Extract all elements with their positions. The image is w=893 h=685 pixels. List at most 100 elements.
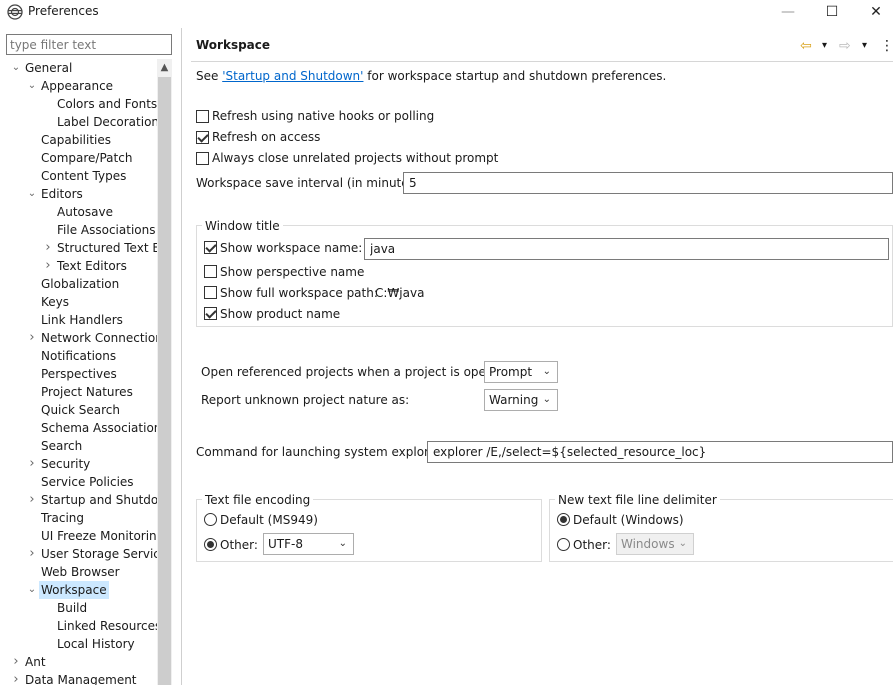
collapsed-chevron-icon[interactable]: ›: [26, 455, 38, 473]
expanded-chevron-icon[interactable]: ⌄: [26, 185, 38, 203]
tree-item-link-handlers[interactable]: Link Handlers: [0, 311, 157, 329]
back-dropdown-icon[interactable]: ▾: [822, 36, 827, 56]
report-unknown-value: Warning: [489, 393, 539, 407]
tree-item-ant[interactable]: › Ant: [0, 653, 157, 671]
report-unknown-select[interactable]: Warning ⌄: [484, 389, 558, 411]
collapsed-chevron-icon[interactable]: ›: [10, 653, 22, 671]
always-close-label[interactable]: Always close unrelated projects without …: [212, 150, 498, 166]
tree-item-tracing[interactable]: Tracing: [0, 509, 157, 527]
tree-item-colors-and-fonts[interactable]: Colors and Fonts: [0, 95, 157, 113]
show-perspective-name-label[interactable]: Show perspective name: [220, 264, 364, 280]
back-arrow-icon[interactable]: ⇦: [800, 36, 812, 56]
collapsed-chevron-icon[interactable]: ›: [26, 545, 38, 563]
expanded-chevron-icon[interactable]: ⌄: [10, 59, 22, 77]
tree-item-startup-and-shutdow[interactable]: › Startup and Shutdow: [0, 491, 157, 509]
encoding-select[interactable]: UTF-8 ⌄: [263, 533, 354, 555]
collapsed-chevron-icon[interactable]: ›: [42, 239, 54, 257]
tree-item-network-connection[interactable]: › Network Connection: [0, 329, 157, 347]
scroll-up-icon[interactable]: ▲: [157, 59, 172, 76]
tree-scrollbar[interactable]: ▲: [157, 59, 172, 685]
tree-item-user-storage-service[interactable]: › User Storage Service: [0, 545, 157, 563]
tree-item-ui-freeze-monitoring[interactable]: UI Freeze Monitoring: [0, 527, 157, 545]
open-referenced-select[interactable]: Prompt ⌄: [484, 361, 558, 383]
tree-item-general[interactable]: ⌄ General: [0, 59, 157, 77]
tree-item-capabilities[interactable]: Capabilities: [0, 131, 157, 149]
save-interval-label: Workspace save interval (in minutes):: [196, 176, 424, 190]
filter-input[interactable]: [6, 34, 172, 55]
line-delimiter-group-label: New text file line delimiter: [555, 492, 720, 508]
show-full-path-checkbox[interactable]: [204, 286, 217, 299]
encoding-default-radio[interactable]: [204, 513, 217, 526]
show-product-name-label[interactable]: Show product name: [220, 306, 340, 322]
tree-item-quick-search[interactable]: Quick Search: [0, 401, 157, 419]
tree-item-project-natures[interactable]: Project Natures: [0, 383, 157, 401]
save-interval-input[interactable]: [403, 172, 893, 194]
delimiter-other-radio[interactable]: [557, 538, 570, 551]
expanded-chevron-icon[interactable]: ⌄: [26, 581, 38, 599]
tree-item-compare-patch[interactable]: Compare/Patch: [0, 149, 157, 167]
tree-item-schema-associations[interactable]: Schema Associations: [0, 419, 157, 437]
encoding-other-label[interactable]: Other:: [220, 537, 258, 553]
system-explorer-input[interactable]: [427, 441, 893, 463]
refresh-access-checkbox[interactable]: [196, 131, 209, 144]
show-workspace-name-checkbox[interactable]: [204, 241, 217, 254]
pane-splitter[interactable]: [181, 28, 182, 685]
refresh-access-label[interactable]: Refresh on access: [212, 129, 320, 145]
tree-item-perspectives[interactable]: Perspectives: [0, 365, 157, 383]
show-workspace-name-label[interactable]: Show workspace name:: [220, 240, 362, 256]
chevron-down-icon: ⌄: [678, 538, 687, 549]
tree-item-editors[interactable]: ⌄ Editors: [0, 185, 157, 203]
startup-shutdown-link[interactable]: 'Startup and Shutdown': [222, 69, 363, 83]
tree-item-file-associations[interactable]: File Associations: [0, 221, 157, 239]
tree-item-build[interactable]: Build: [0, 599, 157, 617]
tree-item-security[interactable]: › Security: [0, 455, 157, 473]
delimiter-other-label[interactable]: Other:: [573, 537, 611, 553]
tree-item-content-types[interactable]: Content Types: [0, 167, 157, 185]
close-button[interactable]: ✕: [856, 0, 893, 26]
show-product-name-checkbox[interactable]: [204, 307, 217, 320]
tree-item-service-policies[interactable]: Service Policies: [0, 473, 157, 491]
collapsed-chevron-icon[interactable]: ›: [26, 491, 38, 509]
collapsed-chevron-icon[interactable]: ›: [10, 671, 22, 685]
tree-item-data-management[interactable]: › Data Management: [0, 671, 157, 685]
tree-item-structured-text-ed[interactable]: › Structured Text Ed: [0, 239, 157, 257]
show-perspective-name-checkbox[interactable]: [204, 265, 217, 278]
view-menu-icon[interactable]: ⋮: [880, 36, 893, 56]
tree-item-search[interactable]: Search: [0, 437, 157, 455]
collapsed-chevron-icon[interactable]: ›: [42, 257, 54, 275]
tree-item-label: Label Decorations: [57, 115, 157, 129]
collapsed-chevron-icon[interactable]: ›: [26, 329, 38, 347]
tree-item-web-browser[interactable]: Web Browser: [0, 563, 157, 581]
refresh-native-label[interactable]: Refresh using native hooks or polling: [212, 108, 434, 124]
forward-dropdown-icon[interactable]: ▾: [862, 36, 867, 56]
expanded-chevron-icon[interactable]: ⌄: [26, 77, 38, 95]
tree-item-label: Tracing: [41, 511, 85, 525]
show-full-path-label[interactable]: Show full workspace path:: [220, 285, 378, 301]
open-referenced-label: Open referenced projects when a project …: [201, 365, 513, 379]
tree-item-globalization[interactable]: Globalization: [0, 275, 157, 293]
tree-item-linked-resources[interactable]: Linked Resources: [0, 617, 157, 635]
tree-item-local-history[interactable]: Local History: [0, 635, 157, 653]
tree-item-workspace[interactable]: ⌄ Workspace: [0, 581, 157, 599]
full-path-value: C:₩java: [375, 286, 425, 300]
tree-item-notifications[interactable]: Notifications: [0, 347, 157, 365]
encoding-other-radio[interactable]: [204, 538, 217, 551]
delimiter-default-radio[interactable]: [557, 513, 570, 526]
tree-item-appearance[interactable]: ⌄ Appearance: [0, 77, 157, 95]
forward-arrow-icon[interactable]: ⇨: [839, 36, 851, 56]
workspace-name-input[interactable]: [364, 238, 889, 260]
scrollbar-thumb[interactable]: [158, 77, 171, 685]
tree-item-label-decorations[interactable]: Label Decorations: [0, 113, 157, 131]
refresh-native-checkbox[interactable]: [196, 110, 209, 123]
open-referenced-value: Prompt: [489, 365, 533, 379]
tree-item-text-editors[interactable]: › Text Editors: [0, 257, 157, 275]
encoding-default-label[interactable]: Default (MS949): [220, 512, 318, 528]
minimize-button[interactable]: —: [768, 0, 808, 26]
tree-item-keys[interactable]: Keys: [0, 293, 157, 311]
maximize-button[interactable]: ☐: [812, 0, 852, 26]
always-close-checkbox[interactable]: [196, 152, 209, 165]
tree-item-label: Local History: [57, 637, 135, 651]
tree-item-autosave[interactable]: Autosave: [0, 203, 157, 221]
delimiter-default-label[interactable]: Default (Windows): [573, 512, 684, 528]
text-encoding-group-label: Text file encoding: [202, 492, 314, 508]
